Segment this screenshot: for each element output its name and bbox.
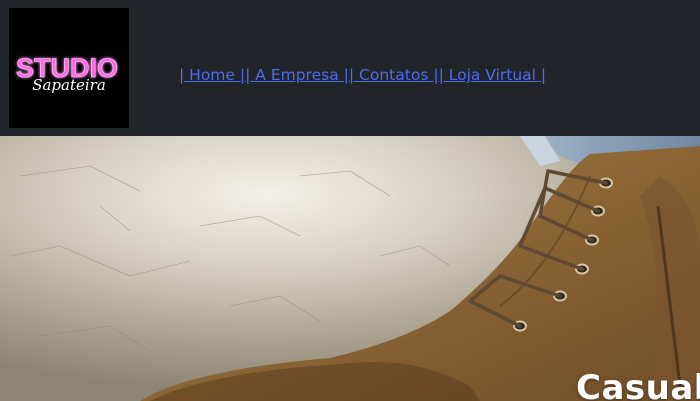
nav-item-home-label: Home [189,66,235,84]
main-nav: | Home || A Empresa || Contatos || Loja … [179,64,546,86]
logo-graphic: STUDIO Sapateira [9,8,129,128]
nav-item-home[interactable]: Home [184,66,240,84]
studio-sapateira-logo[interactable]: STUDIO Sapateira [9,8,129,128]
nav-item-contatos[interactable]: Contatos [354,66,433,84]
nav-separator: | [540,66,547,84]
site-header: STUDIO Sapateira | Home || A Empresa || … [0,0,700,136]
logo-script-text: Sapateira [32,76,106,94]
hero-banner: Casual [0,136,700,401]
nav-item-a-empresa[interactable]: A Empresa [250,66,343,84]
boot-photo [0,136,700,401]
nav-item-loja-virtual[interactable]: Loja Virtual [444,66,541,84]
hero-title: Casual [576,368,700,401]
nav-item-contatos-label: Contatos [359,66,429,84]
nav-item-a-empresa-label: A Empresa [255,66,339,84]
nav-item-loja-virtual-label: Loja Virtual [448,66,536,84]
